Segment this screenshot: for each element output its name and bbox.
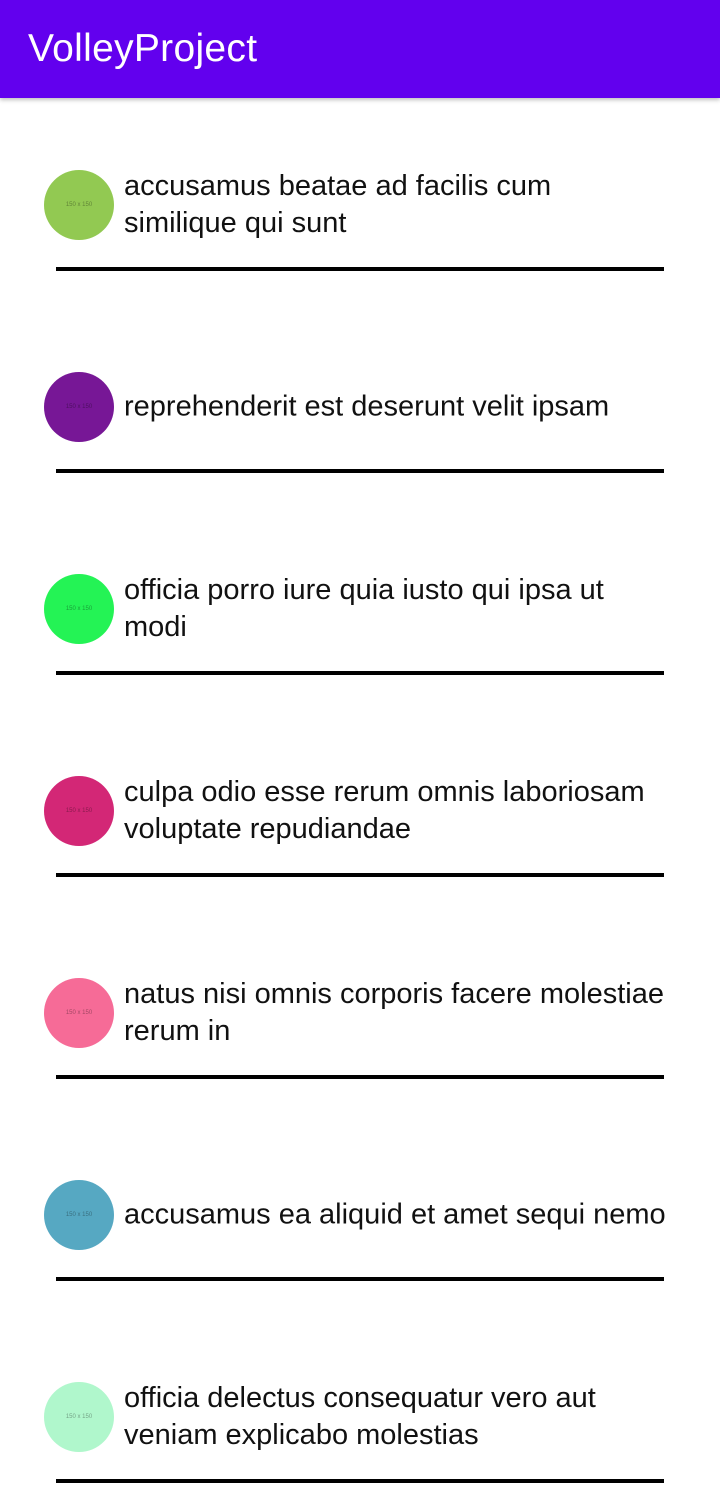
thumbnail-label: 150 x 150 — [65, 606, 93, 612]
thumbnail-label: 150 x 150 — [65, 404, 93, 410]
item-title: officia porro iure quia iusto qui ipsa u… — [124, 574, 604, 643]
item-title: natus nisi omnis corporis facere molesti… — [124, 978, 664, 1047]
item-title: culpa odio esse rerum omnis laboriosam v… — [124, 776, 645, 845]
list-item[interactable]: 150 x 150 culpa odio esse rerum omnis la… — [0, 704, 720, 906]
thumbnail-label: 150 x 150 — [65, 1010, 93, 1016]
divider — [56, 1277, 664, 1281]
list-item[interactable]: 150 x 150 accusamus beatae ad facilis cu… — [0, 98, 720, 300]
list-item[interactable]: 150 x 150 officia delectus consequatur v… — [0, 1310, 720, 1506]
item-title: accusamus ea aliquid et amet sequi nemo — [124, 1198, 666, 1231]
app-title: VolleyProject — [28, 27, 258, 70]
thumbnail-image: 150 x 150 — [44, 1382, 114, 1452]
divider — [56, 671, 664, 675]
thumbnail-label: 150 x 150 — [65, 808, 93, 814]
list-item[interactable]: 150 x 150 natus nisi omnis corporis face… — [0, 906, 720, 1108]
divider — [56, 1075, 664, 1079]
app-bar: VolleyProject — [0, 0, 720, 98]
photo-list[interactable]: 150 x 150 accusamus beatae ad facilis cu… — [0, 98, 720, 1506]
thumbnail-image: 150 x 150 — [44, 1180, 114, 1250]
thumbnail-image: 150 x 150 — [44, 574, 114, 644]
list-item[interactable]: 150 x 150 accusamus ea aliquid et amet s… — [0, 1108, 720, 1310]
thumbnail-label: 150 x 150 — [65, 1414, 93, 1420]
thumbnail-label: 150 x 150 — [65, 202, 93, 208]
divider — [56, 469, 664, 473]
item-title: officia delectus consequatur vero aut ve… — [124, 1382, 596, 1451]
item-title: accusamus beatae ad facilis cum similiqu… — [124, 170, 552, 239]
list-item[interactable]: 150 x 150 reprehenderit est deserunt vel… — [0, 300, 720, 502]
divider — [56, 267, 664, 271]
item-title: reprehenderit est deserunt velit ipsam — [124, 390, 610, 423]
thumbnail-image: 150 x 150 — [44, 978, 114, 1048]
thumbnail-image: 150 x 150 — [44, 776, 114, 846]
divider — [56, 873, 664, 877]
divider — [56, 1479, 664, 1483]
list-item[interactable]: 150 x 150 officia porro iure quia iusto … — [0, 502, 720, 704]
thumbnail-label: 150 x 150 — [65, 1212, 93, 1218]
thumbnail-image: 150 x 150 — [44, 170, 114, 240]
thumbnail-image: 150 x 150 — [44, 372, 114, 442]
